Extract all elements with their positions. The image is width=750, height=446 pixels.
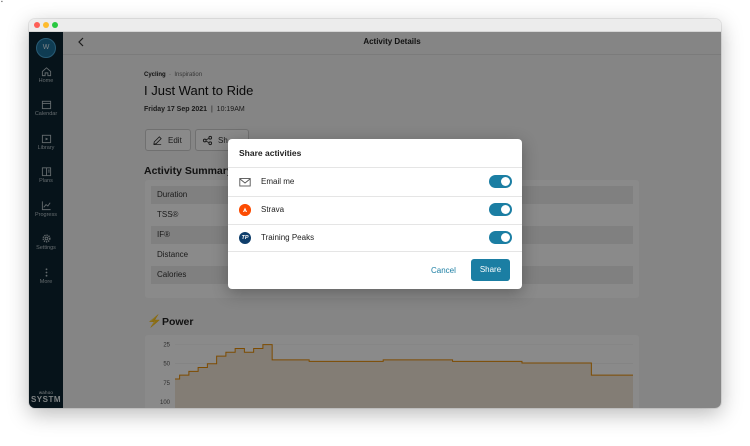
email-toggle[interactable] [489, 175, 512, 188]
mail-icon [239, 178, 251, 187]
share-option-label: Strava [261, 205, 285, 214]
share-option-trainingpeaks: TP Training Peaks [228, 224, 522, 252]
divider [228, 251, 522, 252]
share-option-email: Email me [228, 168, 522, 196]
toggle-knob [501, 177, 510, 186]
dialog-title: Share activities [239, 148, 302, 158]
close-window-button[interactable] [34, 22, 40, 28]
strava-icon [239, 204, 251, 216]
share-option-label: Training Peaks [261, 233, 315, 242]
trainingpeaks-toggle[interactable] [489, 231, 512, 244]
share-confirm-button[interactable]: Share [471, 259, 510, 281]
share-option-label: Email me [261, 177, 295, 186]
share-option-strava: Strava [228, 196, 522, 224]
minimize-window-button[interactable] [43, 22, 49, 28]
app-window: W Home Calendar Library Plans Progress S… [29, 19, 721, 408]
maximize-window-button[interactable] [52, 22, 58, 28]
strava-toggle[interactable] [489, 203, 512, 216]
share-activities-dialog: Share activities Email me Strava TP Trai… [228, 139, 522, 289]
trainingpeaks-icon: TP [239, 232, 251, 244]
toggle-knob [501, 233, 510, 242]
window-titlebar [29, 19, 721, 32]
toggle-knob [501, 205, 510, 214]
cancel-button[interactable]: Cancel [431, 266, 456, 275]
corner-glyph: ▪ [1, 0, 3, 5]
